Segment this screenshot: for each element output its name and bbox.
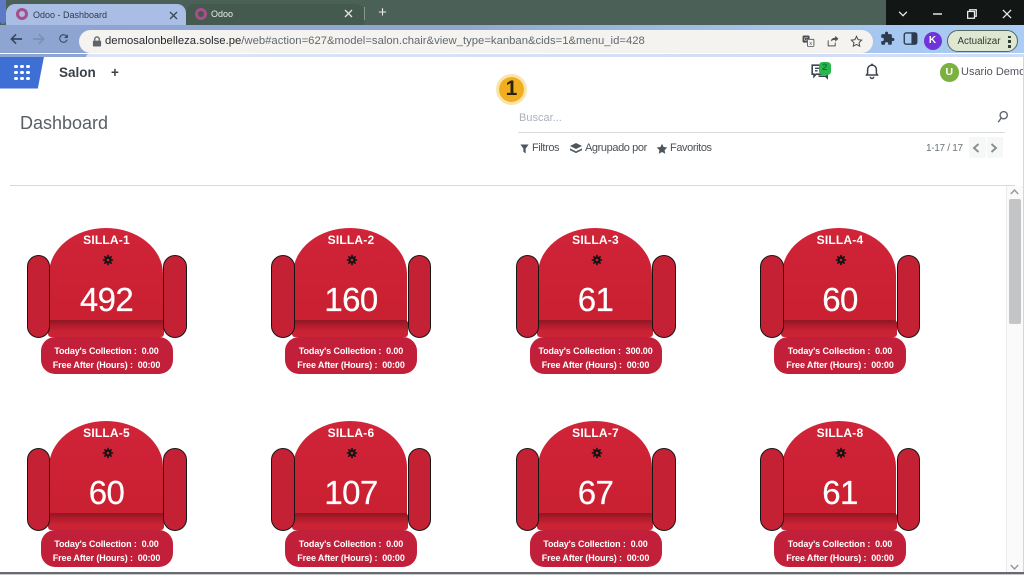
svg-text:x: x	[809, 41, 812, 47]
